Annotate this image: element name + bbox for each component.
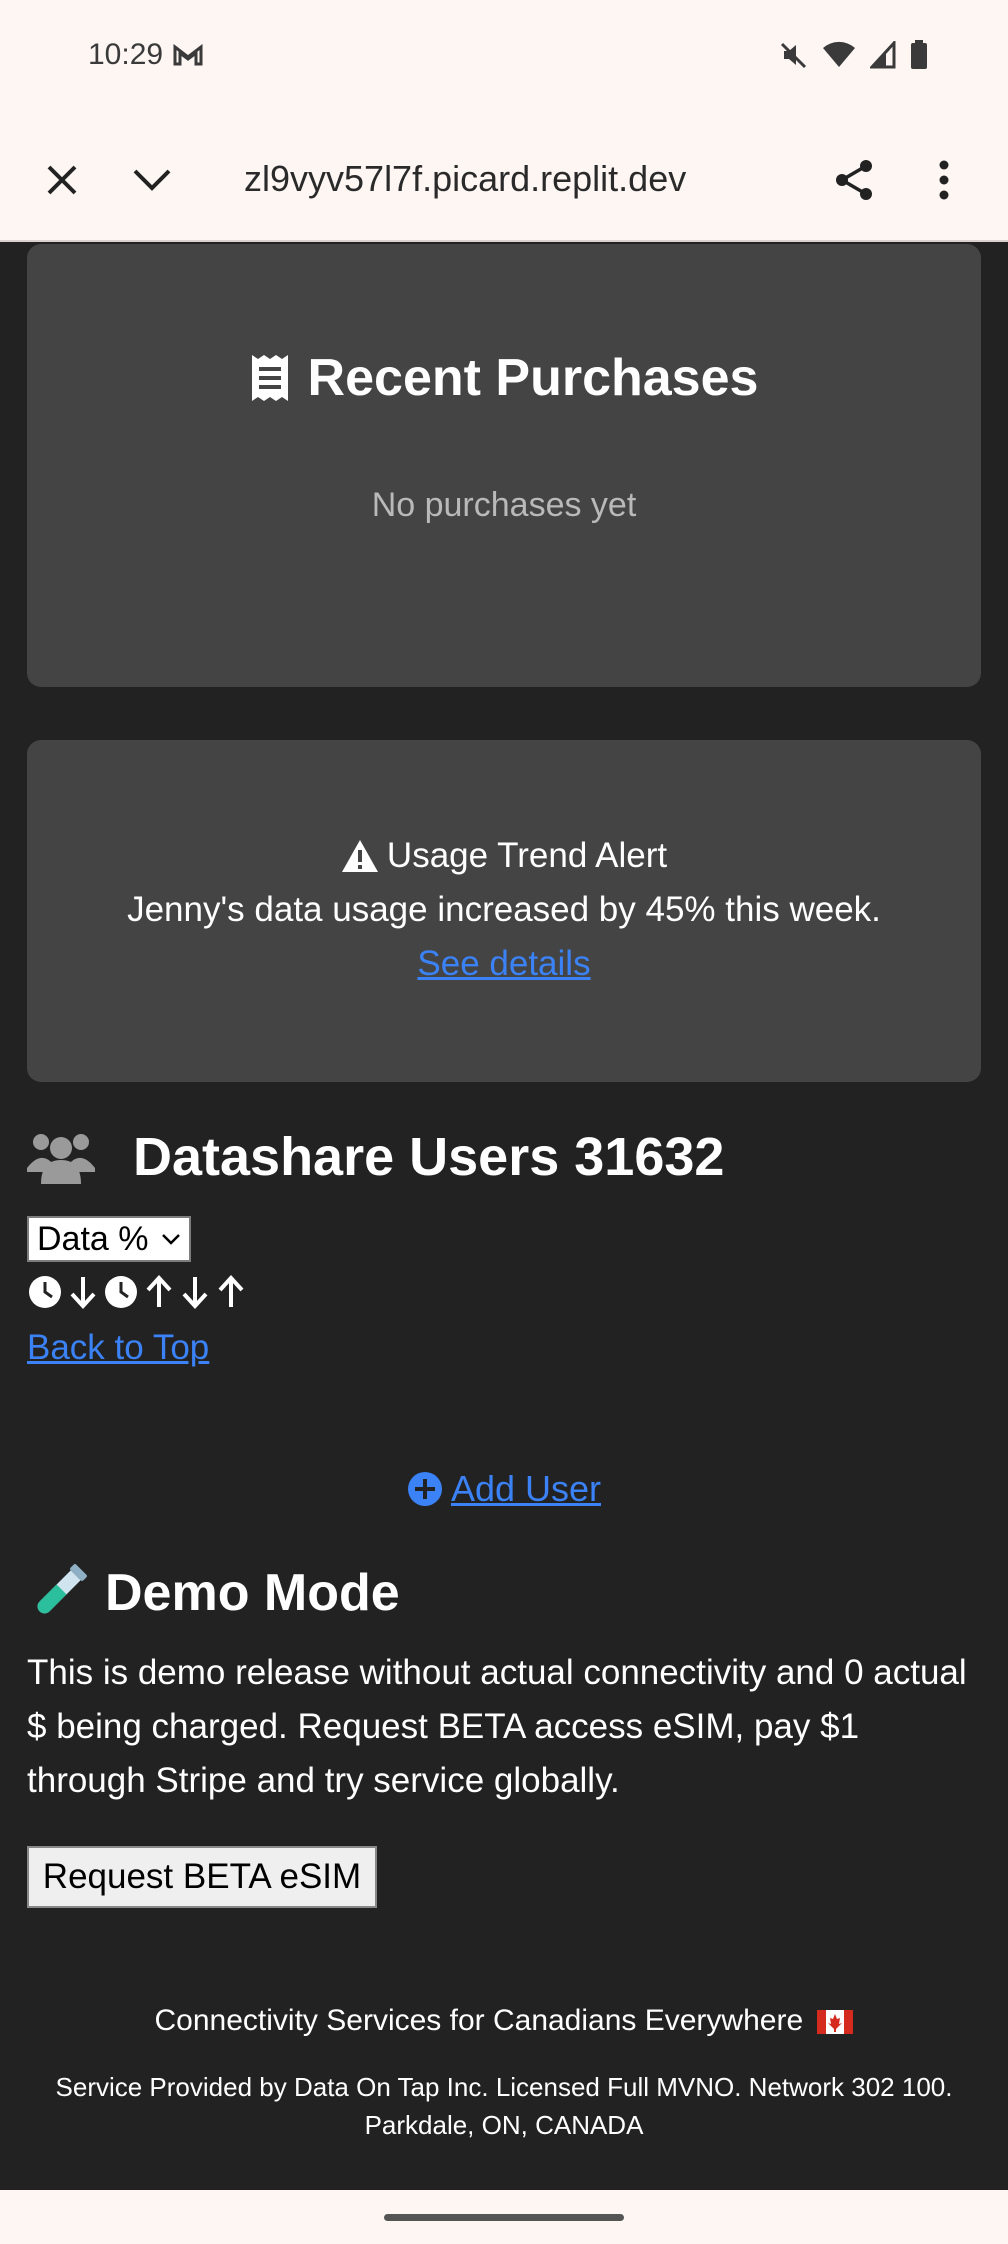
canada-flag-icon bbox=[817, 2010, 854, 2035]
battery-icon bbox=[911, 40, 927, 69]
sort-select[interactable]: Data % bbox=[27, 1216, 191, 1262]
sort-select-value: Data % bbox=[37, 1219, 149, 1258]
home-handle[interactable] bbox=[384, 2214, 624, 2221]
status-bar: 10:29 bbox=[0, 0, 1008, 118]
alert-message: Jenny's data usage increased by 45% this… bbox=[127, 890, 881, 929]
add-user-link[interactable]: Add User bbox=[451, 1468, 601, 1510]
mute-icon bbox=[780, 42, 807, 69]
demo-mode-text: This is demo release without actual conn… bbox=[27, 1653, 967, 1800]
request-beta-esim-button[interactable]: Request BETA eSIM bbox=[27, 1846, 377, 1908]
more-vert-icon bbox=[939, 160, 949, 200]
arrow-up-icon[interactable] bbox=[143, 1274, 175, 1310]
wifi-icon bbox=[823, 41, 855, 67]
purchases-empty-text: No purchases yet bbox=[371, 486, 637, 524]
arrow-down-icon[interactable] bbox=[179, 1274, 211, 1310]
footer-tagline: Connectivity Services for Canadians Ever… bbox=[0, 2004, 1008, 2038]
alert-heading: Usage Trend Alert bbox=[27, 836, 981, 876]
url-bar[interactable]: zl9vyv57l7f.picard.replit.dev bbox=[244, 158, 686, 200]
share-button[interactable] bbox=[828, 154, 880, 206]
see-details-link[interactable]: See details bbox=[417, 944, 590, 983]
browser-toolbar: zl9vyv57l7f.picard.replit.dev bbox=[0, 118, 1008, 242]
test-tube-icon bbox=[37, 1564, 87, 1614]
alert-title: Usage Trend Alert bbox=[386, 836, 668, 875]
gmail-icon bbox=[173, 44, 203, 66]
demo-mode-title: Demo Mode bbox=[105, 1564, 400, 1622]
signal-icon bbox=[870, 41, 896, 69]
close-icon bbox=[47, 165, 77, 195]
more-menu-button[interactable] bbox=[918, 154, 970, 206]
recent-purchases-heading: Recent Purchases bbox=[27, 348, 981, 408]
clock-icon[interactable] bbox=[27, 1274, 63, 1310]
close-tab-button[interactable] bbox=[36, 154, 88, 206]
arrow-up-icon[interactable] bbox=[215, 1274, 247, 1310]
demo-mode-heading: Demo Mode bbox=[27, 1562, 400, 1624]
warning-icon bbox=[341, 840, 378, 872]
recent-purchases-title: Recent Purchases bbox=[307, 349, 759, 407]
arrow-down-icon[interactable] bbox=[67, 1274, 99, 1310]
datashare-users-title: Datashare Users 31632 bbox=[133, 1127, 725, 1187]
users-icon bbox=[27, 1134, 95, 1184]
share-icon bbox=[836, 160, 872, 200]
minimize-button[interactable] bbox=[126, 154, 178, 206]
status-icons bbox=[778, 40, 928, 70]
footer-tagline-text: Connectivity Services for Canadians Ever… bbox=[154, 2004, 804, 2037]
sort-controls bbox=[27, 1274, 247, 1310]
usage-alert-card: Usage Trend Alert Jenny's data usage inc… bbox=[27, 740, 981, 1082]
gesture-nav-bar bbox=[0, 2190, 1008, 2244]
status-time: 10:29 bbox=[88, 38, 164, 71]
chevron-down-icon bbox=[162, 1234, 180, 1245]
recent-purchases-card: Recent Purchases No purchases yet bbox=[27, 244, 981, 687]
datashare-users-heading: Datashare Users 31632 bbox=[27, 1126, 724, 1188]
chevron-down-icon bbox=[133, 169, 171, 191]
footer-provider: Service Provided by Data On Tap Inc. Lic… bbox=[55, 2072, 953, 2140]
receipt-icon bbox=[251, 355, 288, 401]
back-to-top-link[interactable]: Back to Top bbox=[27, 1328, 209, 1367]
clock-icon[interactable] bbox=[103, 1274, 139, 1310]
plus-circle-icon[interactable] bbox=[407, 1471, 443, 1507]
